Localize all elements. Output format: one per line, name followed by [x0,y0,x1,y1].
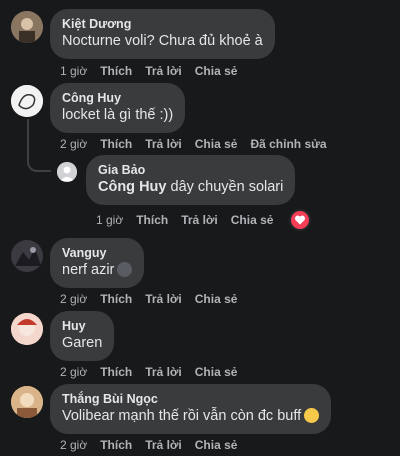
comment-time[interactable]: 1 giờ [60,64,87,78]
comment-time[interactable]: 2 giờ [60,137,87,151]
comment-text: nerf azir [62,261,133,280]
comment-time[interactable]: 2 giờ [60,292,87,306]
comment-actions: 2 giờ Thích Trả lời Chia sẻ [60,438,250,452]
reply-button[interactable]: Trả lời [145,365,182,379]
avatar-kiet-duong[interactable] [11,11,43,43]
thread-connector [27,150,51,172]
reply-button[interactable]: Trả lời [181,213,218,227]
reply-author[interactable]: Gia Bảo [98,162,283,178]
comment-body: nerf azir [62,262,115,278]
like-button[interactable]: Thích [100,137,132,151]
like-button[interactable]: Thích [136,213,168,227]
reply-bubble: Gia Bảo Công Huy dây chuyền solari [86,155,296,205]
comment-time[interactable]: 2 giờ [60,365,87,379]
comment-text: Garen [62,335,103,351]
comment-text: Volibear mạnh thế rồi vẫn còn đc buff [62,407,320,426]
comment-actions: 2 giờ Thích Trả lời Chia sẻ Đã chỉnh sửa [60,137,340,151]
shocked-face-emoji-icon [304,408,320,423]
share-button[interactable]: Chia sẻ [195,292,238,306]
reply-button[interactable]: Trả lời [145,438,182,452]
comment-actions: 2 giờ Thích Trả lời Chia sẻ [60,292,250,306]
like-button[interactable]: Thích [100,64,132,78]
comment-bubble: Thắng Bùi Ngọc Volibear mạnh thế rồi vẫn… [50,384,332,434]
comment-text: Nocturne voli? Chưa đủ khoẻ à [62,33,263,49]
avatar-thang-bui-ngoc[interactable] [11,386,43,418]
reply-text: Công Huy dây chuyền solari [98,178,283,197]
comment-bubble: Vanguy nerf azir [50,238,145,288]
avatar-vanguy[interactable] [11,240,43,272]
mention-link[interactable]: Công Huy [98,179,166,195]
comment-author[interactable]: Kiệt Dương [62,16,263,32]
comment-author[interactable]: Công Huy [62,90,173,106]
reply-button[interactable]: Trả lời [145,292,182,306]
comment-author[interactable]: Thắng Bùi Ngọc [62,391,319,407]
reply-button[interactable]: Trả lời [145,137,182,151]
like-button[interactable]: Thích [100,438,132,452]
heart-reaction-icon[interactable] [289,209,311,231]
share-button[interactable]: Chia sẻ [195,64,238,78]
reply-button[interactable]: Trả lời [145,64,182,78]
comment-time[interactable]: 2 giờ [60,438,87,452]
reply-time[interactable]: 1 giờ [96,213,123,227]
like-button[interactable]: Thích [100,365,132,379]
edited-label: Đã chỉnh sửa [250,137,327,151]
avatar-cong-huy[interactable] [11,85,43,117]
emoji-icon [117,262,133,277]
avatar-huy[interactable] [11,313,43,345]
comment-author[interactable]: Huy [62,318,102,334]
share-button[interactable]: Chia sẻ [231,213,274,227]
share-button[interactable]: Chia sẻ [195,137,238,151]
share-button[interactable]: Chia sẻ [195,438,238,452]
avatar-gia-bao[interactable] [57,162,77,182]
comment-author[interactable]: Vanguy [62,245,132,261]
comment-bubble: Công Huy locket là gì thế :)) [50,83,186,133]
comment-bubble: Kiệt Dương Nocturne voli? Chưa đủ khoẻ à [50,9,275,59]
reply-body: dây chuyền solari [170,179,284,195]
comment-text: locket là gì thế :)) [62,107,174,123]
comment-actions: 2 giờ Thích Trả lời Chia sẻ [60,365,250,379]
share-button[interactable]: Chia sẻ [195,365,238,379]
comment-bubble: Huy Garen [50,311,115,361]
comment-body: Volibear mạnh thế rồi vẫn còn đc buff [62,408,302,424]
comment-actions: 1 giờ Thích Trả lời Chia sẻ [60,64,250,78]
reply-actions: 1 giờ Thích Trả lời Chia sẻ [96,213,286,227]
like-button[interactable]: Thích [100,292,132,306]
